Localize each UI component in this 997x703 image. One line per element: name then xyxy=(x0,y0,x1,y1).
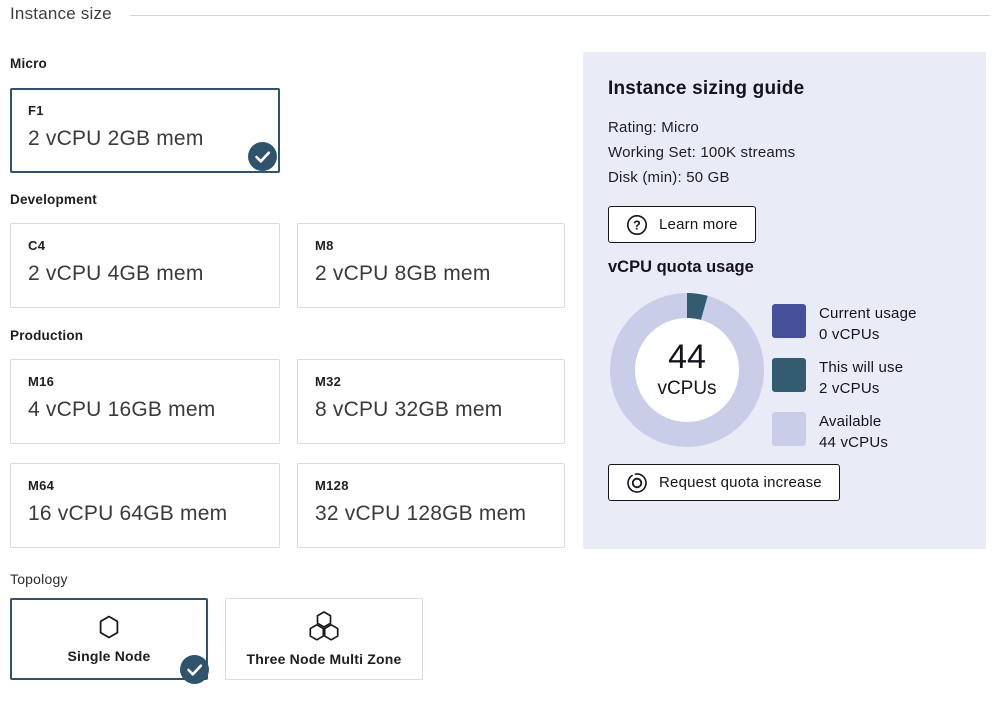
svg-text:?: ? xyxy=(633,218,641,232)
legend-item-current-usage: Current usage 0 vCPUs xyxy=(772,304,917,345)
legend-item-available: Available 44 vCPUs xyxy=(772,412,917,453)
learn-more-button[interactable]: ? Learn more xyxy=(608,206,756,243)
sizing-guide-panel: Instance sizing guide Rating: Micro Work… xyxy=(583,52,986,549)
size-card-f1[interactable]: F1 2 vCPU 2GB mem xyxy=(10,88,280,173)
guide-detail-disk: Disk (min): 50 GB xyxy=(608,165,962,190)
legend-item-this-will-use: This will use 2 vCPUs xyxy=(772,358,917,399)
vcpu-quota-chart-row: 44 vCPUs Current usage 0 vCPUs This will… xyxy=(608,291,962,453)
quota-target-icon xyxy=(626,472,648,494)
help-circle-icon: ? xyxy=(626,214,648,236)
check-icon xyxy=(248,142,277,171)
three-hexagons-icon xyxy=(306,611,342,642)
legend-swatch xyxy=(772,412,806,446)
card-desc: 4 vCPU 16GB mem xyxy=(28,398,262,422)
guide-details: Rating: Micro Working Set: 100K streams … xyxy=(608,115,962,190)
size-card-m128[interactable]: M128 32 vCPU 128GB mem xyxy=(297,463,565,548)
section-label-development: Development xyxy=(10,192,97,207)
section-label-micro: Micro xyxy=(10,56,47,71)
vcpu-donut-chart: 44 vCPUs xyxy=(608,291,766,449)
card-name: M8 xyxy=(315,238,547,253)
learn-more-label: Learn more xyxy=(659,216,738,233)
size-card-m32[interactable]: M32 8 vCPU 32GB mem xyxy=(297,359,565,444)
size-card-c4[interactable]: C4 2 vCPU 4GB mem xyxy=(10,223,280,308)
guide-detail-working-set: Working Set: 100K streams xyxy=(608,140,962,165)
legend-swatch xyxy=(772,358,806,392)
size-card-m16[interactable]: M16 4 vCPU 16GB mem xyxy=(10,359,280,444)
legend-name: Available xyxy=(819,411,888,432)
card-name: F1 xyxy=(28,103,262,118)
card-name: C4 xyxy=(28,238,262,253)
topology-card-label: Single Node xyxy=(67,648,150,664)
card-desc: 2 vCPU 4GB mem xyxy=(28,262,262,286)
selected-check-badge xyxy=(180,655,209,684)
section-label-topology: Topology xyxy=(10,571,68,587)
request-quota-button[interactable]: Request quota increase xyxy=(608,464,840,501)
legend-value: 0 vCPUs xyxy=(819,324,917,345)
guide-detail-rating: Rating: Micro xyxy=(608,115,962,140)
topology-card-three-node-multi-zone[interactable]: Three Node Multi Zone xyxy=(225,598,423,680)
legend-value: 44 vCPUs xyxy=(819,432,888,453)
quota-usage-title: vCPU quota usage xyxy=(608,258,962,277)
request-quota-label: Request quota increase xyxy=(659,474,822,491)
card-desc: 8 vCPU 32GB mem xyxy=(315,398,547,422)
guide-title: Instance sizing guide xyxy=(608,78,962,100)
selected-check-badge xyxy=(248,142,277,171)
card-name: M64 xyxy=(28,478,262,493)
page-title: Instance size xyxy=(10,4,112,24)
topology-card-label: Three Node Multi Zone xyxy=(246,651,401,667)
card-name: M32 xyxy=(315,374,547,389)
legend-swatch xyxy=(772,304,806,338)
size-card-m64[interactable]: M64 16 vCPU 64GB mem xyxy=(10,463,280,548)
check-icon xyxy=(180,655,209,684)
single-hexagon-icon xyxy=(98,615,120,639)
size-card-m8[interactable]: M8 2 vCPU 8GB mem xyxy=(297,223,565,308)
legend-name: This will use xyxy=(819,357,903,378)
instance-size-page: Instance size Micro F1 2 vCPU 2GB mem De… xyxy=(0,0,997,703)
page-header: Instance size xyxy=(10,4,990,24)
card-desc: 16 vCPU 64GB mem xyxy=(28,502,262,526)
card-desc: 2 vCPU 2GB mem xyxy=(28,127,262,151)
topology-card-single-node[interactable]: Single Node xyxy=(10,598,208,680)
card-desc: 32 vCPU 128GB mem xyxy=(315,502,547,526)
legend-value: 2 vCPUs xyxy=(819,378,903,399)
legend-name: Current usage xyxy=(819,303,917,324)
card-name: M16 xyxy=(28,374,262,389)
card-name: M128 xyxy=(315,478,547,493)
title-divider xyxy=(130,15,990,16)
donut-svg xyxy=(608,291,766,449)
chart-legend: Current usage 0 vCPUs This will use 2 vC… xyxy=(772,304,917,453)
card-desc: 2 vCPU 8GB mem xyxy=(315,262,547,286)
section-label-production: Production xyxy=(10,328,83,343)
